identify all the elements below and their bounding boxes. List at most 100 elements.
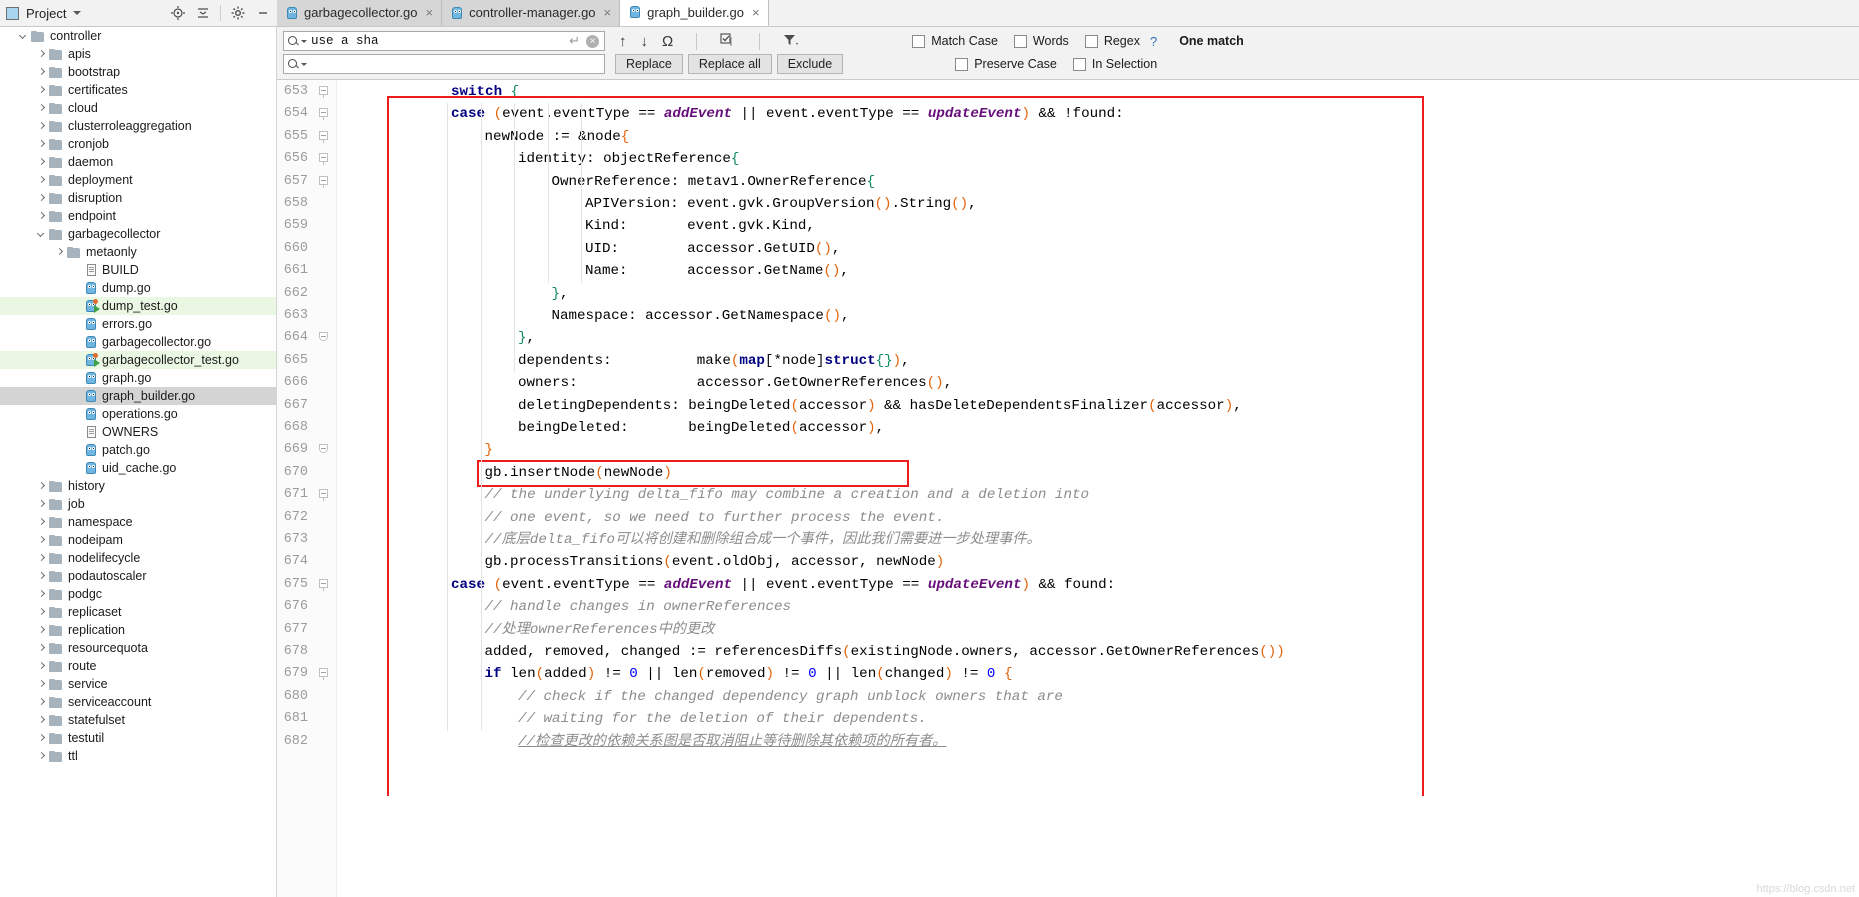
tree-item-ttl[interactable]: ttl <box>0 747 276 765</box>
chevron-icon[interactable] <box>36 715 47 726</box>
code-line[interactable]: beingDeleted: beingDeleted(accessor), <box>337 417 884 439</box>
code-line[interactable]: if len(added) != 0 || len(removed) != 0 … <box>337 663 1013 685</box>
tree-item-replication[interactable]: replication <box>0 621 276 639</box>
code-line[interactable]: identity: objectReference{ <box>337 148 739 170</box>
chevron-down-icon[interactable] <box>301 39 307 43</box>
tree-item-garbagecollector[interactable]: garbagecollector <box>0 225 276 243</box>
tree-item-patch-go[interactable]: patch.go <box>0 441 276 459</box>
tree-item-podgc[interactable]: podgc <box>0 585 276 603</box>
tree-item-replicaset[interactable]: replicaset <box>0 603 276 621</box>
minimize-icon[interactable] <box>255 5 271 21</box>
code-line[interactable]: deletingDependents: beingDeleted(accesso… <box>337 395 1242 417</box>
select-all-icon[interactable] <box>720 32 736 50</box>
tree-item-podautoscaler[interactable]: podautoscaler <box>0 567 276 585</box>
chevron-icon[interactable] <box>36 661 47 672</box>
code-line[interactable]: //处理ownerReferences中的更改 <box>337 619 715 641</box>
replace-all-button[interactable]: Replace all <box>687 54 772 74</box>
code-content[interactable]: switch {case (event.eventType == addEven… <box>337 80 1859 897</box>
enter-icon[interactable]: ↵ <box>569 33 580 49</box>
checkbox-box[interactable] <box>1072 57 1086 71</box>
checkbox-preserve-case[interactable]: Preserve Case <box>955 57 1057 71</box>
tree-item-cloud[interactable]: cloud <box>0 99 276 117</box>
close-icon[interactable]: × <box>604 6 612 19</box>
chevron-icon[interactable] <box>36 517 47 528</box>
chevron-icon[interactable] <box>36 697 47 708</box>
find-previous-button[interactable]: ↑ <box>619 34 627 49</box>
checkbox-box[interactable] <box>1084 34 1098 48</box>
checkbox-box[interactable] <box>1013 34 1027 48</box>
chevron-icon[interactable] <box>36 49 47 60</box>
code-line[interactable]: //检查更改的依赖关系图是否取消阻止等待删除其依赖项的所有者。 <box>337 731 946 753</box>
code-fold-toggle[interactable] <box>319 108 330 121</box>
code-line[interactable]: // one event, so we need to further proc… <box>337 507 945 529</box>
tree-item-dump-go[interactable]: dump.go <box>0 279 276 297</box>
code-line[interactable]: case (event.eventType == addEvent || eve… <box>337 574 1115 596</box>
chevron-down-icon[interactable] <box>301 62 307 66</box>
close-icon[interactable]: × <box>586 34 599 48</box>
code-line[interactable]: Name: accessor.GetName(), <box>337 260 849 282</box>
checkbox-words[interactable]: Words <box>1013 34 1069 48</box>
code-line[interactable]: //底层delta_fifo可以将创建和删除组合成一个事件，因此我们需要进一步处… <box>337 529 1041 551</box>
code-fold-toggle[interactable] <box>319 130 330 143</box>
chevron-icon[interactable] <box>36 121 47 132</box>
tree-item-apis[interactable]: apis <box>0 45 276 63</box>
chevron-icon[interactable] <box>18 31 29 42</box>
tree-item-graph_builder-go[interactable]: graph_builder.go <box>0 387 276 405</box>
chevron-icon[interactable] <box>36 139 47 150</box>
project-panel-header[interactable]: Project <box>0 0 277 26</box>
code-fold-toggle[interactable] <box>319 86 330 98</box>
tree-item-cronjob[interactable]: cronjob <box>0 135 276 153</box>
chevron-icon[interactable] <box>36 679 47 690</box>
tree-item-build[interactable]: BUILD <box>0 261 276 279</box>
tree-item-history[interactable]: history <box>0 477 276 495</box>
checkbox-box[interactable] <box>912 34 926 48</box>
chevron-icon[interactable] <box>36 751 47 762</box>
chevron-icon[interactable] <box>36 211 47 222</box>
line-number-gutter[interactable]: 653 654 655 656 657 658 659 660 661 662 663 664 665 6… <box>277 80 337 897</box>
code-line[interactable]: // the underlying delta_fifo may combine… <box>337 484 1090 506</box>
code-line[interactable]: owners: accessor.GetOwnerReferences(), <box>337 372 952 394</box>
tree-item-statefulset[interactable]: statefulset <box>0 711 276 729</box>
tree-item-garbagecollector-go[interactable]: garbagecollector.go <box>0 333 276 351</box>
code-fold-toggle[interactable] <box>319 153 330 166</box>
code-line[interactable]: }, <box>337 283 569 305</box>
tree-item-graph-go[interactable]: graph.go <box>0 369 276 387</box>
tree-item-resourcequota[interactable]: resourcequota <box>0 639 276 657</box>
editor-tab[interactable]: graph_builder.go × <box>620 0 769 26</box>
tree-item-nodelifecycle[interactable]: nodelifecycle <box>0 549 276 567</box>
checkbox-in-selection[interactable]: In Selection <box>1072 57 1157 71</box>
chevron-icon[interactable] <box>36 103 47 114</box>
collapse-all-icon[interactable] <box>195 5 211 21</box>
tree-item-daemon[interactable]: daemon <box>0 153 276 171</box>
help-icon[interactable]: ? <box>1150 34 1157 49</box>
code-line[interactable]: case (event.eventType == addEvent || eve… <box>337 103 1124 125</box>
chevron-icon[interactable] <box>36 643 47 654</box>
code-line[interactable]: APIVersion: event.gvk.GroupVersion().Str… <box>337 193 977 215</box>
code-line[interactable]: UID: accessor.GetUID(), <box>337 238 840 260</box>
chevron-icon[interactable] <box>36 193 47 204</box>
code-line[interactable]: }, <box>337 327 535 349</box>
chevron-icon[interactable] <box>36 157 47 168</box>
chevron-icon[interactable] <box>36 481 47 492</box>
filter-icon[interactable] <box>783 33 800 50</box>
code-line[interactable]: // check if the changed dependency graph… <box>337 686 1063 708</box>
find-next-button[interactable]: ↓ <box>641 34 649 49</box>
tree-item-testutil[interactable]: testutil <box>0 729 276 747</box>
chevron-icon[interactable] <box>36 589 47 600</box>
search-input[interactable]: use a sha ↵ × <box>283 31 605 51</box>
tree-item-metaonly[interactable]: metaonly <box>0 243 276 261</box>
checkbox-match-case[interactable]: Match Case <box>912 34 998 48</box>
tree-item-disruption[interactable]: disruption <box>0 189 276 207</box>
tree-item-nodeipam[interactable]: nodeipam <box>0 531 276 549</box>
code-line[interactable]: gb.insertNode(newNode) <box>337 462 672 484</box>
tree-item-garbagecollector_test-go[interactable]: garbagecollector_test.go <box>0 351 276 369</box>
chevron-icon[interactable] <box>36 607 47 618</box>
code-line[interactable]: Namespace: accessor.GetNamespace(), <box>337 305 850 327</box>
tree-item-namespace[interactable]: namespace <box>0 513 276 531</box>
checkbox-regex[interactable]: Regex <box>1084 34 1140 48</box>
tree-item-certificates[interactable]: certificates <box>0 81 276 99</box>
code-fold-toggle[interactable] <box>319 444 330 455</box>
tree-item-endpoint[interactable]: endpoint <box>0 207 276 225</box>
chevron-icon[interactable] <box>36 499 47 510</box>
code-editor[interactable]: 653 654 655 656 657 658 659 660 661 662 663 664 665 6… <box>277 80 1859 897</box>
